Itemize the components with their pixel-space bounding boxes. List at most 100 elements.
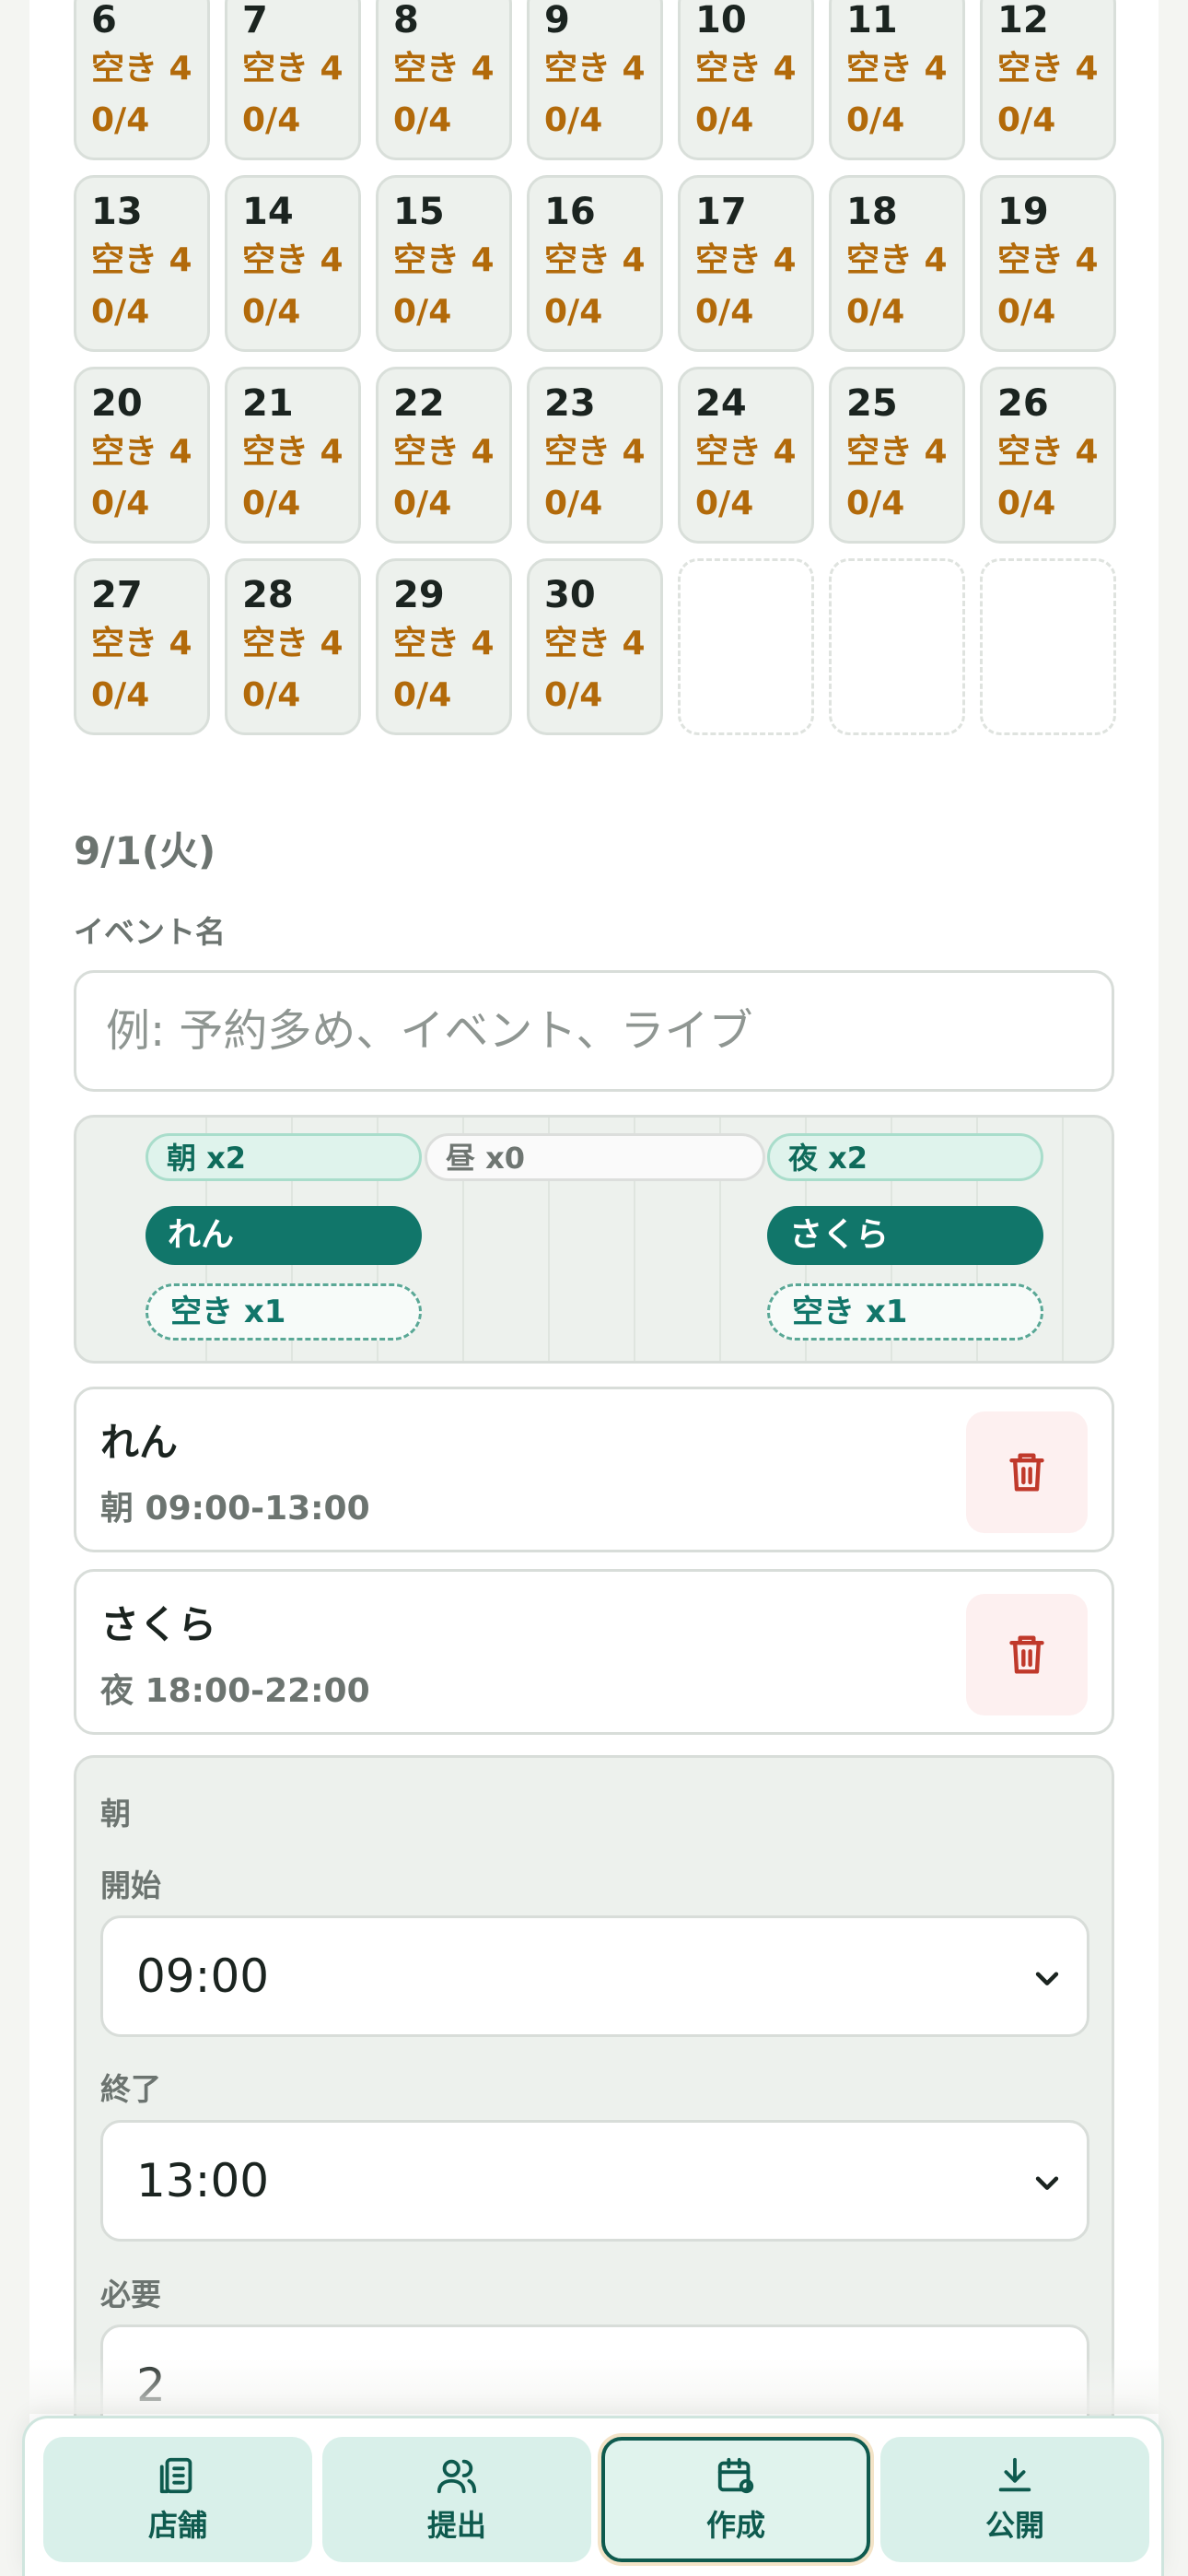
calendar-day[interactable]: 20 空き 4 0/4 [74,367,210,544]
day-number: 23 [544,382,596,425]
day-ratio: 0/4 [242,101,301,139]
day-ratio: 0/4 [393,101,452,139]
day-number: 19 [997,191,1049,233]
calendar-empty-cell [678,558,814,735]
day-availability: 空き 4 [695,50,797,88]
day-ratio: 0/4 [242,676,301,714]
day-ratio: 0/4 [695,101,754,139]
day-availability: 空き 4 [393,241,495,279]
delete-shift-button[interactable] [966,1594,1088,1715]
day-ratio: 0/4 [544,293,603,331]
day-number: 13 [91,191,143,233]
calendar-grid: 6 空き 4 0/4 7 空き 4 0/4 8 空き 4 0/4 9 空き 4 0/4 10 空き… [74,0,1142,735]
nav-store-button[interactable]: 店舗 [43,2437,312,2562]
day-ratio: 0/4 [91,293,150,331]
calendar-day[interactable]: 11 空き 4 0/4 [829,0,965,160]
calendar-day[interactable]: 8 空き 4 0/4 [376,0,512,160]
nav-submit-button[interactable]: 提出 [322,2437,591,2562]
calendar-day[interactable]: 10 空き 4 0/4 [678,0,814,160]
day-availability: 空き 4 [91,50,192,88]
shift-card[interactable]: れん 朝 09:00-13:00 [74,1387,1114,1552]
event-name-input[interactable] [74,970,1114,1092]
calendar-day[interactable]: 12 空き 4 0/4 [980,0,1116,160]
vacancy-pill[interactable]: 空き x1 [767,1283,1043,1341]
day-number: 18 [846,191,898,233]
day-number: 14 [242,191,294,233]
day-availability: 空き 4 [997,50,1099,88]
day-availability: 空き 4 [242,241,344,279]
editor-section-title: 朝 [100,1796,131,1832]
calendar-day[interactable]: 27 空き 4 0/4 [74,558,210,735]
day-availability: 空き 4 [393,433,495,471]
calendar-day[interactable]: 16 空き 4 0/4 [527,175,663,352]
store-icon [159,2457,192,2494]
calendar-day[interactable]: 7 空き 4 0/4 [225,0,361,160]
shift-staff-name: さくら [100,1602,217,1647]
bottom-fade [0,2359,1188,2414]
chevron-down-icon [1035,1972,1059,1985]
day-ratio: 0/4 [393,676,452,714]
shift-card[interactable]: さくら 夜 18:00-22:00 [74,1569,1114,1735]
day-number: 24 [695,382,747,425]
day-number: 15 [393,191,445,233]
shift-time: 朝 09:00-13:00 [100,1490,370,1528]
day-ratio: 0/4 [91,676,150,714]
trash-icon [1009,1635,1044,1674]
day-ratio: 0/4 [846,293,905,331]
calendar-day[interactable]: 25 空き 4 0/4 [829,367,965,544]
start-time-value: 09:00 [136,1950,270,2003]
day-availability: 空き 4 [91,241,192,279]
day-availability: 空き 4 [544,433,646,471]
calendar-day[interactable]: 19 空き 4 0/4 [980,175,1116,352]
calendar-day[interactable]: 14 空き 4 0/4 [225,175,361,352]
calendar-day[interactable]: 26 空き 4 0/4 [980,367,1116,544]
delete-shift-button[interactable] [966,1411,1088,1533]
day-ratio: 0/4 [846,101,905,139]
assignment-pill[interactable]: れん [146,1206,422,1265]
calendar-day[interactable]: 18 空き 4 0/4 [829,175,965,352]
page-container: 6 空き 4 0/4 7 空き 4 0/4 8 空き 4 0/4 9 空き 4 0/4 10 空き… [29,0,1159,2576]
start-time-select[interactable]: 09:00 [100,1915,1089,2037]
calendar-day[interactable]: 13 空き 4 0/4 [74,175,210,352]
day-ratio: 0/4 [846,485,905,522]
calendar-day[interactable]: 24 空き 4 0/4 [678,367,814,544]
end-time-label: 終了 [100,2071,161,2107]
calendar-day[interactable]: 23 空き 4 0/4 [527,367,663,544]
calendar-day[interactable]: 17 空き 4 0/4 [678,175,814,352]
day-ratio: 0/4 [544,101,603,139]
nav-publish-button[interactable]: 公開 [880,2437,1149,2562]
calendar-day[interactable]: 28 空き 4 0/4 [225,558,361,735]
nav-create-button[interactable]: 作成 [601,2437,870,2562]
day-ratio: 0/4 [91,101,150,139]
calendar-day[interactable]: 22 空き 4 0/4 [376,367,512,544]
slot-chip-noon[interactable]: 昼 x0 [425,1133,765,1181]
day-number: 22 [393,382,445,425]
nav-submit-label: 提出 [426,2508,486,2543]
day-availability: 空き 4 [846,241,948,279]
trash-icon [1009,1453,1044,1492]
download-icon [998,2457,1031,2492]
calendar-day[interactable]: 9 空き 4 0/4 [527,0,663,160]
slot-chip-morning[interactable]: 朝 x2 [146,1133,422,1181]
slot-chip-night[interactable]: 夜 x2 [767,1133,1043,1181]
calendar-day[interactable]: 29 空き 4 0/4 [376,558,512,735]
day-number: 7 [242,0,268,41]
day-number: 12 [997,0,1049,41]
calendar-day[interactable]: 30 空き 4 0/4 [527,558,663,735]
day-number: 16 [544,191,596,233]
day-number: 17 [695,191,747,233]
day-availability: 空き 4 [242,433,344,471]
event-name-label: イベント名 [74,914,226,950]
calendar-day[interactable]: 6 空き 4 0/4 [74,0,210,160]
day-ratio: 0/4 [544,676,603,714]
assignment-pill[interactable]: さくら [767,1206,1043,1265]
day-ratio: 0/4 [997,293,1056,331]
calendar-day[interactable]: 15 空き 4 0/4 [376,175,512,352]
nav-create-label: 作成 [705,2508,765,2543]
calendar-day[interactable]: 21 空き 4 0/4 [225,367,361,544]
vacancy-pill[interactable]: 空き x1 [146,1283,422,1341]
day-number: 6 [91,0,117,41]
end-time-select[interactable]: 13:00 [100,2120,1089,2242]
day-number: 10 [695,0,747,41]
day-availability: 空き 4 [91,433,192,471]
